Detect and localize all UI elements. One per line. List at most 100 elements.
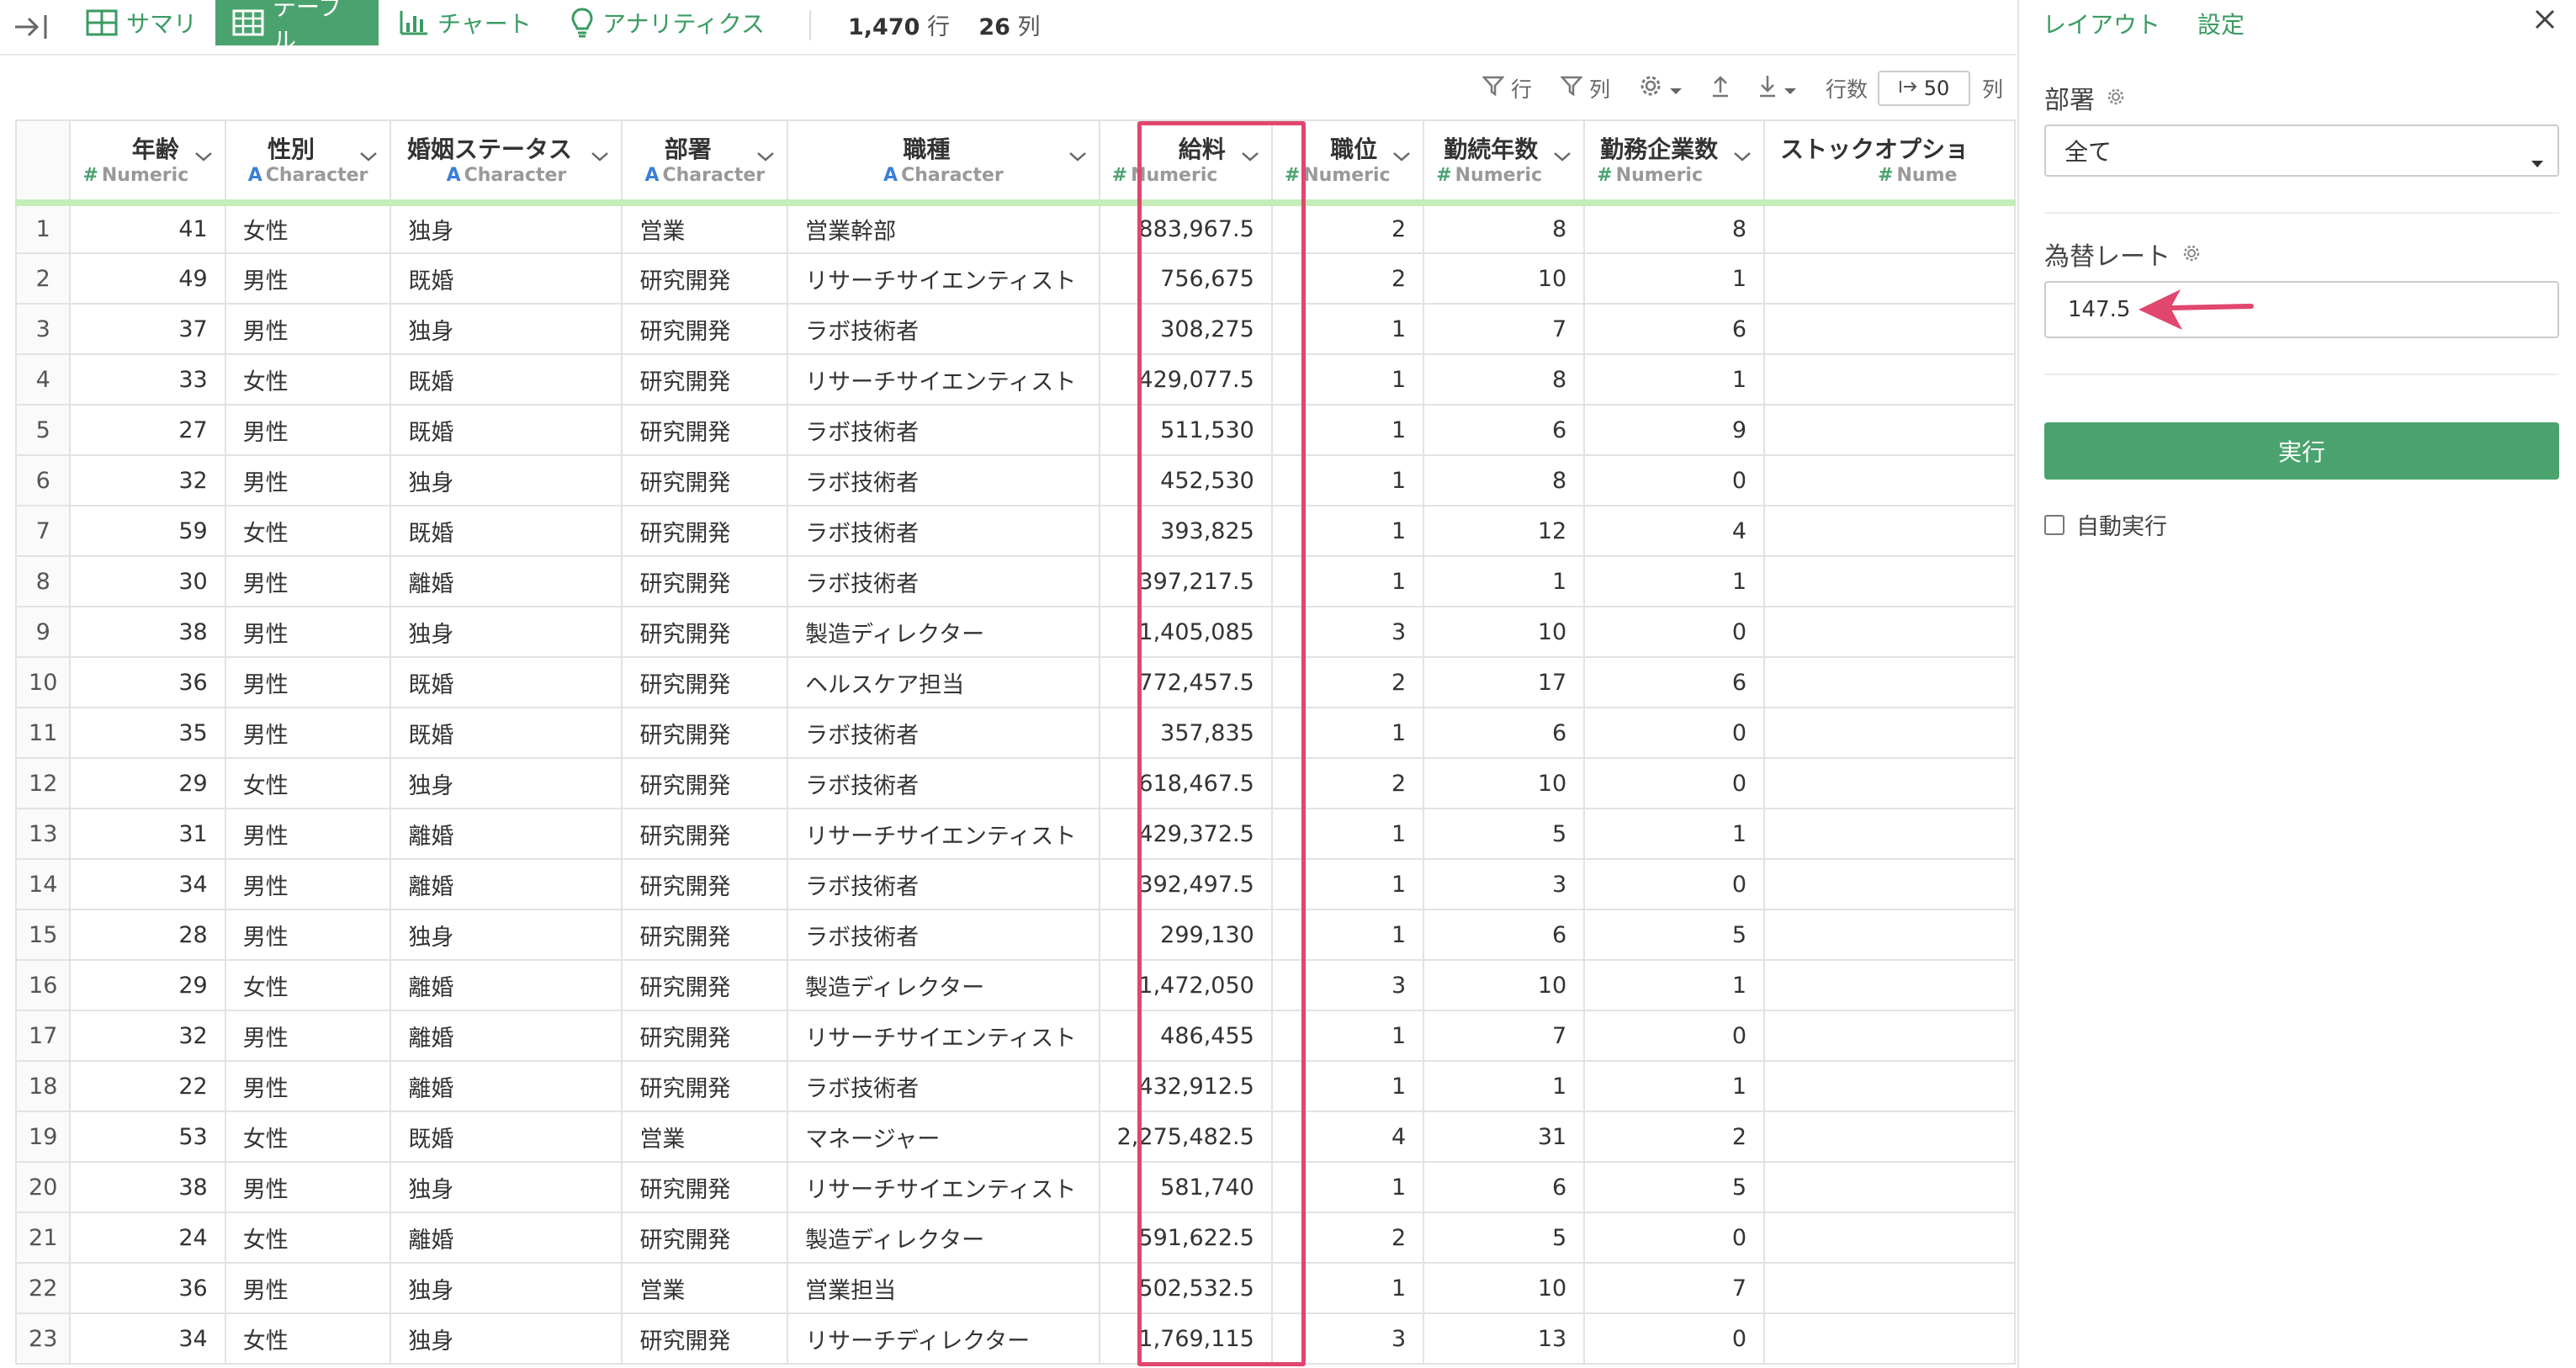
table-cell[interactable]: 既婚 (390, 707, 623, 759)
column-header[interactable]: ストックオプショ # Nume (1763, 119, 2016, 206)
table-cell[interactable]: 36 (69, 656, 226, 708)
table-cell[interactable]: 8 (1423, 353, 1586, 406)
table-cell[interactable]: 432,912.5 (1098, 1060, 1273, 1112)
table-cell[interactable] (1763, 1212, 2016, 1264)
table-cell[interactable]: 既婚 (390, 353, 623, 406)
table-cell[interactable]: 772,457.5 (1098, 656, 1273, 708)
table-cell[interactable]: 511,530 (1098, 404, 1273, 456)
table-cell[interactable]: 製造ディレクター (787, 1212, 1100, 1264)
table-cell[interactable]: 7 (1423, 1010, 1586, 1062)
table-cell[interactable]: 1 (1583, 959, 1766, 1011)
table-cell[interactable]: 35 (69, 707, 226, 759)
table-cell[interactable] (1763, 404, 2016, 456)
table-cell[interactable] (1763, 1010, 2016, 1062)
table-cell[interactable]: 37 (69, 303, 226, 355)
table-cell[interactable]: 30 (69, 555, 226, 607)
table-cell[interactable]: 営業担当 (787, 1262, 1100, 1314)
table-cell[interactable]: 6 (1423, 707, 1586, 759)
table-cell[interactable]: 6 (1583, 656, 1766, 708)
table-cell[interactable]: 6 (1423, 404, 1586, 456)
close-icon[interactable] (2534, 8, 2556, 34)
table-cell[interactable]: 28 (69, 909, 226, 961)
table-cell[interactable]: 離婚 (390, 1010, 623, 1062)
download-dropdown[interactable] (1758, 74, 1797, 103)
table-cell[interactable]: 34 (69, 1312, 226, 1365)
tab-layout[interactable]: レイアウト (2043, 7, 2160, 40)
table-cell[interactable]: 研究開発 (621, 707, 789, 759)
table-cell[interactable]: リサーチディレクター (787, 1312, 1100, 1365)
table-cell[interactable]: 429,372.5 (1098, 808, 1273, 860)
table-cell[interactable]: 営業 (621, 1262, 789, 1314)
table-cell[interactable]: 研究開発 (621, 404, 789, 456)
table-cell[interactable]: 男性 (224, 555, 392, 607)
table-cell[interactable]: 8 (1583, 202, 1766, 254)
table-cell[interactable]: 女性 (224, 1111, 392, 1163)
chevron-down-icon[interactable] (591, 150, 609, 166)
table-cell[interactable]: 2,275,482.5 (1098, 1111, 1273, 1163)
table-cell[interactable]: 1 (1270, 454, 1425, 506)
table-cell[interactable]: ラボ技術者 (787, 505, 1100, 557)
column-header[interactable]: 勤続年数 # Numeric (1423, 119, 1586, 206)
table-cell[interactable]: 1 (1270, 1060, 1425, 1112)
table-cell[interactable] (1763, 555, 2016, 607)
table-cell[interactable]: 0 (1583, 707, 1766, 759)
chevron-down-icon[interactable] (1553, 150, 1572, 166)
table-cell[interactable]: 研究開発 (621, 454, 789, 506)
chevron-down-icon[interactable] (1733, 150, 1752, 166)
table-cell[interactable] (1763, 353, 2016, 406)
dept-select[interactable]: 全て (2044, 125, 2559, 177)
table-cell[interactable]: 6 (1583, 303, 1766, 355)
rows-count-input[interactable]: 50 (1878, 71, 1971, 106)
table-cell[interactable]: 29 (69, 959, 226, 1011)
table-cell[interactable]: 31 (69, 808, 226, 860)
tab-summary[interactable]: サマリ (69, 0, 214, 45)
table-cell[interactable]: 男性 (224, 303, 392, 355)
table-cell[interactable]: 1,769,115 (1098, 1312, 1273, 1365)
table-cell[interactable]: 308,275 (1098, 303, 1273, 355)
table-cell[interactable]: 研究開発 (621, 1010, 789, 1062)
table-cell[interactable]: 392,497.5 (1098, 858, 1273, 910)
table-cell[interactable]: 1 (1270, 303, 1425, 355)
table-cell[interactable]: 離婚 (390, 959, 623, 1011)
table-cell[interactable]: 男性 (224, 707, 392, 759)
table-cell[interactable]: 研究開発 (621, 1312, 789, 1365)
table-cell[interactable]: 営業 (621, 1111, 789, 1163)
table-cell[interactable]: 1 (1270, 808, 1425, 860)
table-cell[interactable]: ラボ技術者 (787, 303, 1100, 355)
table-cell[interactable]: 0 (1583, 858, 1766, 910)
chevron-down-icon[interactable] (194, 150, 213, 166)
column-header[interactable]: 勤務企業数 # Numeric (1583, 119, 1766, 206)
table-cell[interactable]: 10 (1423, 606, 1586, 658)
table-cell[interactable]: 既婚 (390, 1111, 623, 1163)
tab-chart[interactable]: チャート (382, 0, 549, 45)
chevron-down-icon[interactable] (1068, 150, 1087, 166)
table-cell[interactable]: ラボ技術者 (787, 909, 1100, 961)
table-cell[interactable]: 独身 (390, 303, 623, 355)
table-cell[interactable] (1763, 505, 2016, 557)
table-cell[interactable]: 41 (69, 202, 226, 254)
table-cell[interactable]: 男性 (224, 404, 392, 456)
table-cell[interactable]: 1 (1270, 1161, 1425, 1213)
table-cell[interactable]: 5 (1583, 909, 1766, 961)
upload-button[interactable] (1711, 74, 1730, 103)
table-cell[interactable]: 24 (69, 1212, 226, 1264)
table-cell[interactable]: 2 (1270, 202, 1425, 254)
table-cell[interactable]: 1 (1270, 505, 1425, 557)
table-cell[interactable]: 49 (69, 252, 226, 305)
table-cell[interactable] (1763, 1111, 2016, 1163)
table-cell[interactable]: 男性 (224, 1161, 392, 1213)
table-cell[interactable]: 0 (1583, 1212, 1766, 1264)
table-cell[interactable]: 0 (1583, 606, 1766, 658)
table-cell[interactable]: 男性 (224, 909, 392, 961)
table-cell[interactable]: リサーチサイエンティスト (787, 808, 1100, 860)
table-cell[interactable]: 1 (1583, 555, 1766, 607)
auto-run-checkbox[interactable] (2044, 514, 2065, 535)
chevron-down-icon[interactable] (359, 150, 378, 166)
table-cell[interactable]: 22 (69, 1060, 226, 1112)
table-cell[interactable]: 4 (1583, 505, 1766, 557)
column-header[interactable]: 職種 A Character (787, 119, 1100, 206)
table-cell[interactable]: 研究開発 (621, 303, 789, 355)
table-cell[interactable]: 女性 (224, 1212, 392, 1264)
table-cell[interactable] (1763, 909, 2016, 961)
table-cell[interactable]: 299,130 (1098, 909, 1273, 961)
